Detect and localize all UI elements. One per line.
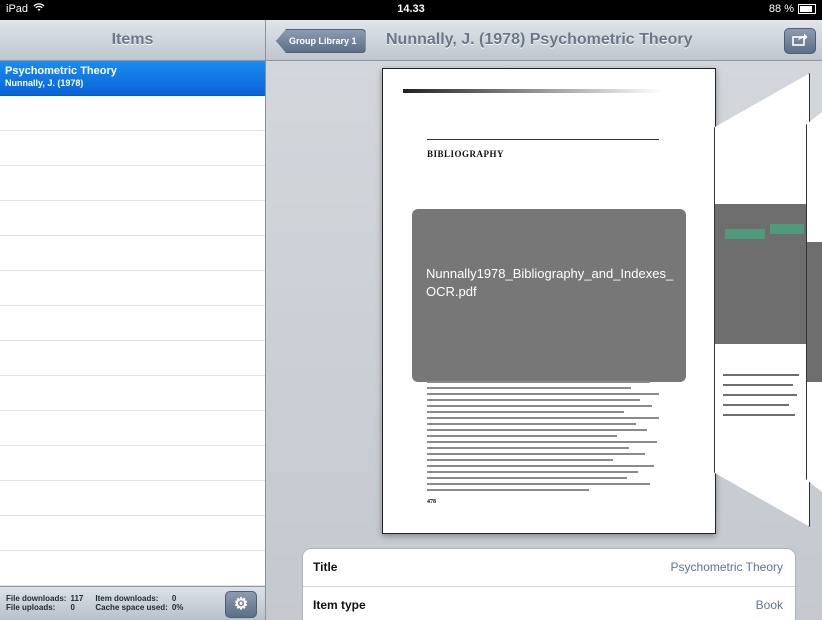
item-downloads-value: 0	[171, 594, 177, 603]
list-item	[0, 306, 265, 341]
page-title: Nunnally, J. (1978) Psychometric Theory	[386, 31, 693, 48]
sync-status-footer: File downloads: 117 Item downloads: 0 Fi…	[0, 586, 265, 620]
status-bar: iPad 14.33 88 %	[0, 0, 822, 20]
field-label: Item type	[313, 598, 366, 612]
list-item	[0, 341, 265, 376]
item-fields-table: Title Psychometric Theory Item type Book	[302, 548, 796, 620]
list-item	[0, 411, 265, 446]
list-item	[0, 166, 265, 201]
field-label: Title	[313, 560, 338, 574]
page-rule	[403, 89, 663, 93]
attachment-coverflow[interactable]: BIBLIOGRAPHY Nunnally1978_Bibliography_a…	[266, 61, 822, 561]
settings-button[interactable]: ⚙	[225, 591, 257, 618]
field-row-title[interactable]: Title Psychometric Theory	[303, 549, 795, 587]
share-button[interactable]	[784, 28, 816, 54]
field-value: Book	[755, 598, 783, 612]
battery-icon	[798, 4, 816, 14]
battery-percent: 88 %	[768, 3, 794, 15]
list-item	[0, 201, 265, 236]
cache-label: Cache space used:	[95, 603, 168, 612]
list-item	[0, 236, 265, 271]
list-item	[0, 516, 265, 551]
back-button[interactable]: Group Library 1	[276, 29, 366, 53]
page-text	[427, 381, 659, 495]
file-downloads-value: 117	[70, 594, 84, 603]
attachment-preview[interactable]: BIBLIOGRAPHY Nunnally1978_Bibliography_a…	[382, 68, 716, 534]
list-item	[0, 131, 265, 166]
gear-icon: ⚙	[233, 596, 249, 613]
list-item-title: Psychometric Theory	[5, 65, 117, 77]
items-header: Items	[0, 20, 265, 61]
attachment-preview-next[interactable]	[714, 73, 810, 527]
file-uploads-value: 0	[70, 603, 75, 612]
attachment-preview-next-2[interactable]	[806, 91, 822, 513]
list-item	[0, 376, 265, 411]
list-item	[0, 271, 265, 306]
cache-value: 0%	[171, 603, 184, 612]
clock: 14.33	[397, 3, 425, 15]
items-list[interactable]: Psychometric Theory Nunnally, J. (1978)	[0, 61, 265, 587]
share-icon	[792, 33, 808, 49]
items-panel: Items Psychometric Theory Nunnally, J. (…	[0, 20, 266, 620]
attachment-filename: Nunnally1978_Bibliography_and_Indexes_OC…	[426, 266, 674, 299]
status-right: 88 %	[769, 3, 816, 15]
list-item-selected[interactable]: Psychometric Theory Nunnally, J. (1978)	[0, 61, 265, 96]
sync-stats: File downloads: 117 Item downloads: 0 Fi…	[6, 594, 187, 612]
item-detail-panel: Group Library 1 Nunnally, J. (1978) Psyc…	[266, 20, 822, 620]
page-rule	[427, 139, 659, 140]
file-downloads-label: File downloads:	[6, 594, 67, 603]
filename-overlay: Nunnally1978_Bibliography_and_Indexes_OC…	[412, 209, 686, 382]
list-item-subtitle: Nunnally, J. (1978)	[5, 78, 84, 88]
item-downloads-label: Item downloads:	[95, 594, 159, 603]
page-heading: BIBLIOGRAPHY	[427, 149, 505, 159]
page-number: 478	[427, 499, 436, 505]
list-item	[0, 551, 265, 586]
list-item	[0, 446, 265, 481]
field-value: Psychometric Theory	[670, 560, 783, 574]
detail-header: Group Library 1 Nunnally, J. (1978) Psyc…	[266, 20, 822, 61]
file-uploads-label: File uploads:	[6, 603, 56, 612]
list-item	[0, 481, 265, 516]
field-row-item-type[interactable]: Item type Book	[303, 587, 795, 620]
list-item	[0, 96, 265, 131]
